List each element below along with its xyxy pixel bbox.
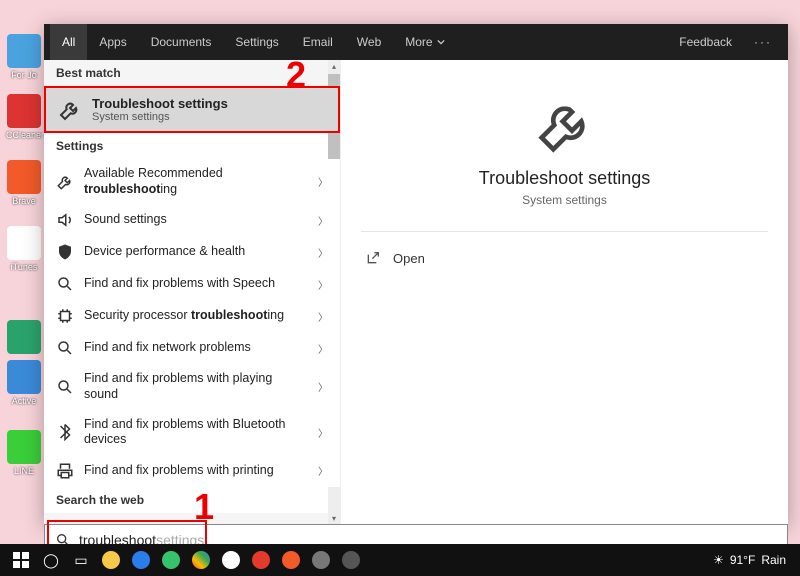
tab-documents[interactable]: Documents (139, 24, 224, 60)
tab-web[interactable]: Web (345, 24, 393, 60)
item-label: Find and fix problems with printing (84, 463, 318, 479)
desktop-icon[interactable] (6, 320, 42, 356)
chevron-right-icon: 〉 (318, 213, 328, 228)
desktop-icon[interactable]: LINE (6, 430, 42, 476)
settings-item[interactable]: Find and fix problems with printing〉 (44, 455, 340, 487)
search-tabbar: AllAppsDocumentsSettingsEmailWebMore Fee… (44, 24, 788, 60)
weather-temp: 91°F (730, 553, 755, 567)
settings-header: Settings (44, 133, 340, 159)
open-button[interactable]: Open (361, 244, 429, 272)
tb-app[interactable] (156, 546, 186, 574)
item-label: Device performance & health (84, 244, 318, 260)
settings-item[interactable]: Available Recommended troubleshooting〉 (44, 159, 340, 204)
desktop-icon-label: iTunes (6, 262, 42, 272)
chevron-right-icon: 〉 (318, 309, 328, 324)
chevron-right-icon: 〉 (318, 379, 328, 394)
wrench-icon (58, 98, 82, 122)
desktop-icon-label: Brave (6, 196, 42, 206)
item-label: Security processor troubleshooting (84, 308, 318, 324)
item-label: Available Recommended troubleshooting (84, 166, 318, 197)
tab-apps[interactable]: Apps (87, 24, 138, 60)
scroll-down[interactable]: ▾ (328, 512, 340, 524)
tb-app[interactable] (246, 546, 276, 574)
desktop-icon-label: For Jo (6, 70, 42, 80)
settings-item[interactable]: Find and fix problems with Bluetooth dev… (44, 410, 340, 455)
desktop-icon[interactable]: Active (6, 360, 42, 406)
chevron-right-icon: 〉 (318, 277, 328, 292)
chevron-right-icon: 〉 (318, 245, 328, 260)
search-icon (56, 339, 74, 357)
item-label: Sound settings (84, 212, 318, 228)
taskview-button[interactable]: ▭ (66, 546, 96, 574)
bluetooth-icon (56, 423, 74, 441)
desktop-icon[interactable]: CCleaner (6, 94, 42, 140)
desktop-icon-label: CCleaner (6, 130, 42, 140)
chevron-right-icon: 〉 (318, 463, 328, 478)
taskbar: ◯ ▭ ☀ 91°F Rain (0, 544, 800, 576)
best-match-sub: System settings (92, 111, 228, 123)
item-label: Find and fix network problems (84, 340, 318, 356)
scroll-up[interactable]: ▴ (328, 60, 340, 72)
tab-all[interactable]: All (50, 24, 87, 60)
shield-icon (56, 243, 74, 261)
tb-app[interactable] (216, 546, 246, 574)
chevron-right-icon: 〉 (318, 425, 328, 440)
results-list: ▴ ▾ Best match Troubleshoot settings Sys… (44, 60, 340, 524)
tb-app[interactable] (276, 546, 306, 574)
preview-pane: Troubleshoot settings System settings Op… (340, 60, 788, 524)
settings-item[interactable]: Find and fix problems with playing sound… (44, 364, 340, 409)
weather-widget[interactable]: ☀ 91°F Rain (705, 553, 794, 567)
chip-icon (56, 307, 74, 325)
annotation-1: 1 (194, 486, 214, 528)
tab-more[interactable]: More (393, 24, 456, 60)
search-web-header: Search the web (44, 487, 340, 513)
tab-settings[interactable]: Settings (223, 24, 290, 60)
item-label: Find and fix problems with Bluetooth dev… (84, 417, 318, 448)
item-label: Find and fix problems with Speech (84, 276, 318, 292)
desktop: For JoCCleanerBraveiTunesActiveLINE AllA… (0, 0, 800, 576)
wrench-icon (56, 173, 74, 191)
settings-item[interactable]: Device performance & health〉 (44, 236, 340, 268)
preview-sub: System settings (522, 193, 607, 207)
desktop-icon-label: LINE (6, 466, 42, 476)
sound-icon (56, 211, 74, 229)
preview-title: Troubleshoot settings (479, 168, 650, 189)
annotation-2: 2 (286, 54, 306, 96)
weather-cond: Rain (761, 553, 786, 567)
tb-app[interactable] (126, 546, 156, 574)
printer-icon (56, 462, 74, 480)
tb-app[interactable] (96, 546, 126, 574)
settings-item[interactable]: Sound settings〉 (44, 204, 340, 236)
more-options-button[interactable]: ··· (744, 35, 782, 49)
weather-icon: ☀ (713, 553, 724, 567)
desktop-icon[interactable]: For Jo (6, 34, 42, 80)
cortana-button[interactable]: ◯ (36, 546, 66, 574)
tb-app[interactable] (306, 546, 336, 574)
chevron-right-icon: 〉 (318, 174, 328, 189)
open-icon (365, 250, 381, 266)
desktop-icon[interactable]: Brave (6, 160, 42, 206)
open-label: Open (393, 251, 425, 266)
settings-item[interactable]: Find and fix network problems〉 (44, 332, 340, 364)
feedback-button[interactable]: Feedback (667, 24, 744, 60)
wrench-icon (537, 98, 593, 154)
settings-item[interactable]: Find and fix problems with Speech〉 (44, 268, 340, 300)
desktop-icon-label: Active (6, 396, 42, 406)
item-label: Find and fix problems with playing sound (84, 371, 318, 402)
chevron-right-icon: 〉 (318, 341, 328, 356)
start-button[interactable] (6, 546, 36, 574)
tb-app[interactable] (186, 546, 216, 574)
tb-app[interactable] (336, 546, 366, 574)
best-match-title: Troubleshoot settings (92, 96, 228, 111)
search-icon (56, 378, 74, 396)
desktop-icon[interactable]: iTunes (6, 226, 42, 272)
search-panel: AllAppsDocumentsSettingsEmailWebMore Fee… (44, 24, 788, 524)
search-icon (56, 275, 74, 293)
separator (361, 231, 768, 232)
settings-item[interactable]: Security processor troubleshooting〉 (44, 300, 340, 332)
